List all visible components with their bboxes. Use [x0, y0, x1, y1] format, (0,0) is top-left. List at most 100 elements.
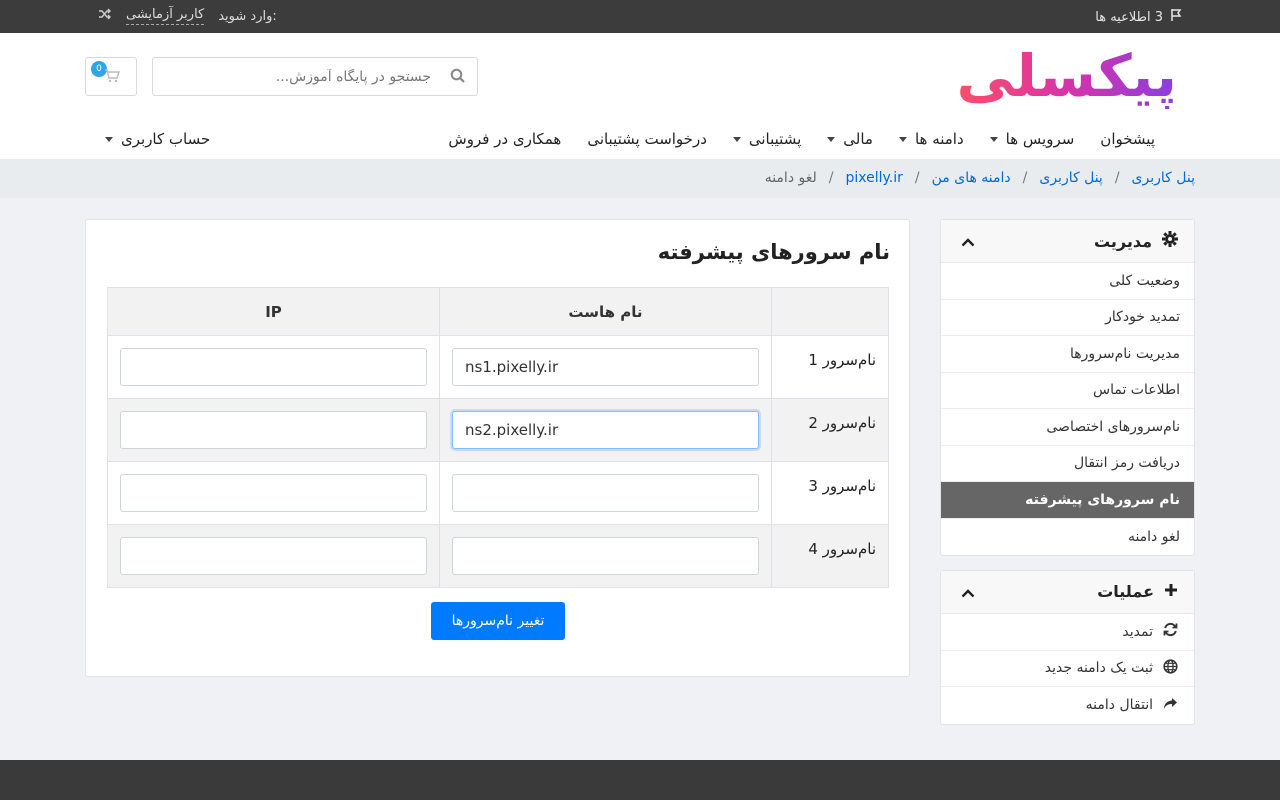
sidebar-item-cancel-domain[interactable]: لغو دامنه: [941, 519, 1194, 556]
action-register-domain[interactable]: ثبت یک دامنه جدید: [941, 651, 1194, 687]
table-row: نام‌سرور 1: [107, 335, 889, 399]
breadcrumb-link[interactable]: پنل کاربری: [1132, 170, 1195, 186]
nameserver-label: نام‌سرور 4: [771, 524, 889, 588]
sidebar-item-label: نام‌سرورهای اختصاصی: [1046, 418, 1180, 435]
action-renew[interactable]: تمدید: [941, 614, 1194, 651]
nameserver-label: نام‌سرور 2: [771, 398, 889, 462]
actions-panel-title: عملیات: [1097, 582, 1154, 601]
nav-label: سرویس ها: [1005, 130, 1075, 148]
nav-dashboard[interactable]: پیشخوان: [1100, 130, 1155, 148]
search-icon[interactable]: [450, 68, 466, 88]
nameserver-3-ip-input[interactable]: [120, 474, 427, 512]
sidebar-item-label: لغو دامنه: [1127, 528, 1180, 545]
nameserver-4-ip-input[interactable]: [120, 537, 427, 575]
nav-label: پشتیبانی: [748, 130, 802, 148]
user-name-link[interactable]: کاربر آزمایشی: [126, 7, 205, 25]
nameserver-3-host-input[interactable]: [452, 474, 759, 512]
nav-affiliates[interactable]: همکاری در فروش: [448, 130, 561, 148]
sidebar-item-contact-info[interactable]: اطلاعات تماس: [941, 373, 1194, 409]
table-row: نام‌سرور 4: [107, 524, 889, 588]
nav-label: درخواست پشتیبانی: [587, 130, 707, 148]
actions-panel-header[interactable]: عملیات: [941, 571, 1194, 614]
manage-panel: مدیریت وضعیت کلی تمدید خودکار مدیریت نام…: [940, 219, 1195, 556]
nav-label: دامنه ها: [914, 130, 964, 148]
caret-down-icon: [827, 136, 836, 142]
breadcrumb-separator: /: [1114, 170, 1120, 186]
nav-account[interactable]: حساب کاربری: [105, 130, 210, 148]
breadcrumb-link[interactable]: دامنه های من: [932, 170, 1011, 186]
login-area: کاربر آزمایشی وارد شوید:: [98, 7, 277, 25]
gear-icon: [1162, 231, 1178, 251]
sidebar-item-epp-code[interactable]: دریافت رمز انتقال: [941, 446, 1194, 482]
column-header-label: [771, 287, 889, 336]
manage-panel-header[interactable]: مدیریت: [941, 220, 1194, 263]
flag-icon: [1169, 8, 1183, 26]
globe-icon: [1163, 659, 1178, 678]
shuffle-icon[interactable]: [98, 8, 112, 24]
sidebar-item-overview[interactable]: وضعیت کلی: [941, 263, 1194, 300]
column-header-host: نام هاست: [439, 287, 772, 336]
sidebar-item-label: مدیریت نام‌سرورها: [1069, 345, 1180, 362]
sidebar-item-label: نام سرورهای پیشرفته: [1025, 491, 1180, 508]
nav-label: همکاری در فروش: [448, 130, 562, 148]
page-title: نام سرورهای پیشرفته: [657, 240, 890, 264]
action-label: تمدید: [1122, 623, 1153, 640]
nameserver-2-host-input[interactable]: [452, 411, 759, 449]
sidebar-item-label: دریافت رمز انتقال: [1073, 455, 1180, 472]
nav-label: پیشخوان: [1100, 130, 1155, 148]
login-label: وارد شوید:: [218, 8, 277, 24]
sidebar-item-label: تمدید خودکار: [1105, 309, 1180, 326]
sidebar-item-nameservers[interactable]: مدیریت نام‌سرورها: [941, 336, 1194, 373]
nameserver-label: نام‌سرور 1: [771, 335, 889, 399]
actions-panel: عملیات تمدید ثبت یک دامنه جدید انتقال دا…: [940, 570, 1195, 725]
footer: [0, 760, 1280, 800]
nav-billing[interactable]: مالی: [827, 130, 873, 148]
nameservers-table: نام هاست IP نام‌سرور 1 نام‌سرور 2 نام‌سر…: [107, 287, 889, 588]
nav-label: مالی: [843, 130, 873, 148]
chevron-up-icon[interactable]: [961, 586, 975, 602]
main-nav: پیشخوان سرویس ها دامنه ها مالی پشتیبانی …: [422, 130, 1155, 148]
caret-down-icon: [732, 136, 741, 142]
nav-services[interactable]: سرویس ها: [989, 130, 1075, 148]
share-icon: [1163, 697, 1178, 714]
caret-down-icon: [105, 136, 113, 142]
notifications-link[interactable]: 3 اطلاعیه ها: [1095, 8, 1183, 26]
notifications-label: 3 اطلاعیه ها: [1095, 9, 1163, 25]
sidebar-item-auto-renew[interactable]: تمدید خودکار: [941, 300, 1194, 336]
breadcrumb-link[interactable]: پنل کاربری: [1039, 170, 1102, 186]
action-label: انتقال دامنه: [1085, 697, 1153, 714]
breadcrumb-link[interactable]: pixelly.ir: [845, 170, 902, 186]
breadcrumb-separator: /: [914, 170, 920, 186]
nameserver-2-ip-input[interactable]: [120, 411, 427, 449]
caret-down-icon: [989, 136, 998, 142]
nav-domains[interactable]: دامنه ها: [898, 130, 964, 148]
action-label: ثبت یک دامنه جدید: [1044, 660, 1153, 677]
search-input[interactable]: [153, 58, 477, 95]
table-row: نام‌سرور 2: [107, 398, 889, 462]
cart-icon: [104, 69, 120, 87]
advanced-nameservers-card: نام سرورهای پیشرفته نام هاست IP نام‌سرور…: [85, 219, 910, 677]
sidebar-item-advanced-nameservers[interactable]: نام سرورهای پیشرفته: [941, 482, 1194, 519]
change-nameservers-button[interactable]: تغییر نام‌سرورها: [431, 602, 565, 640]
column-header-ip: IP: [107, 287, 440, 336]
breadcrumb: پنل کاربری / پنل کاربری / دامنه های من /…: [0, 159, 1280, 198]
refresh-icon: [1163, 622, 1178, 641]
plus-icon: [1164, 582, 1178, 601]
table-row: نام‌سرور 3: [107, 461, 889, 525]
breadcrumb-current: لغو دامنه: [764, 170, 817, 186]
nameserver-4-host-input[interactable]: [452, 537, 759, 575]
nav-support[interactable]: پشتیبانی: [732, 130, 802, 148]
caret-down-icon: [898, 136, 907, 142]
sidebar-item-private-nameservers[interactable]: نام‌سرورهای اختصاصی: [941, 409, 1194, 446]
nameserver-1-host-input[interactable]: [452, 348, 759, 386]
nav-account-label: حساب کاربری: [121, 130, 211, 148]
action-transfer-domain[interactable]: انتقال دامنه: [941, 687, 1194, 724]
nav-open-ticket[interactable]: درخواست پشتیبانی: [587, 130, 707, 148]
chevron-up-icon[interactable]: [961, 235, 975, 251]
site-logo[interactable]: پیکسلی: [956, 43, 1179, 109]
nameserver-label: نام‌سرور 3: [771, 461, 889, 525]
cart-button[interactable]: 0: [85, 57, 137, 96]
nameserver-1-ip-input[interactable]: [120, 348, 427, 386]
breadcrumb-separator: /: [1022, 170, 1028, 186]
sidebar-item-label: وضعیت کلی: [1109, 272, 1180, 289]
